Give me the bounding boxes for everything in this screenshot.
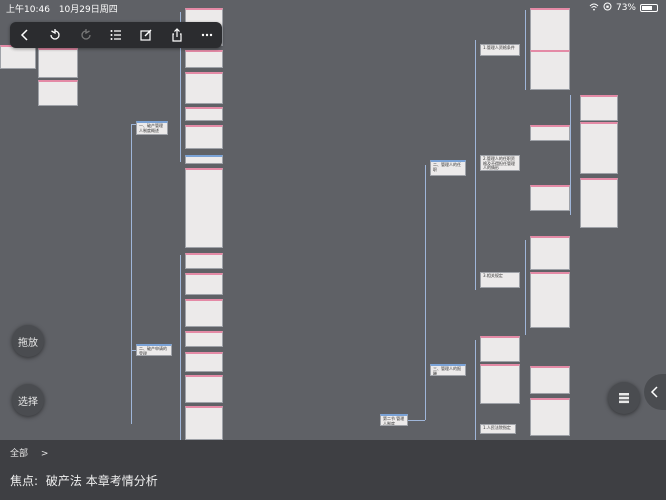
map-node[interactable] — [185, 375, 223, 403]
map-node[interactable] — [185, 273, 223, 295]
map-node[interactable] — [530, 272, 570, 328]
list-icon — [110, 30, 121, 40]
connector-line — [425, 165, 426, 420]
connector-line — [525, 10, 526, 90]
map-node[interactable] — [530, 366, 570, 394]
branch-label: 3.相关规定 — [483, 273, 503, 278]
layers-icon — [619, 393, 629, 404]
map-node[interactable] — [480, 336, 520, 362]
status-date: 10月29日周四 — [58, 5, 118, 15]
map-node[interactable] — [530, 185, 570, 211]
battery-icon — [640, 4, 658, 12]
root-label: 第二节 管理人制度 — [383, 416, 405, 426]
connector-line — [131, 124, 132, 424]
undo-icon — [50, 29, 61, 40]
branch-node-1[interactable]: 一、破产管理人制度概述 — [136, 121, 168, 135]
map-node[interactable] — [580, 95, 618, 121]
map-node[interactable] — [0, 45, 36, 69]
map-node[interactable] — [38, 48, 78, 78]
select-button[interactable]: 选择 — [12, 384, 44, 416]
layers-button[interactable] — [608, 382, 640, 414]
mind-map-canvas[interactable]: 一、破产管理人制度概述 二、破产申请的受理 第二节 管理人制度 二、管理人的任职… — [0, 0, 666, 450]
redo-icon — [81, 29, 91, 40]
branch-label: 二、破产申请的受理 — [139, 346, 167, 356]
status-time: 上午10:46 — [6, 5, 50, 15]
breadcrumb-separator: > — [40, 449, 49, 459]
battery-percent: 73% — [615, 3, 636, 13]
connector-line — [475, 40, 476, 290]
branch-node-7[interactable]: 2.管理人的任职资格及不得担任管理人的情形 — [480, 155, 520, 171]
connector-line — [525, 240, 526, 335]
map-node[interactable] — [185, 72, 223, 104]
branch-node-2[interactable]: 二、破产申请的受理 — [136, 344, 172, 356]
bottom-bar: 全部 > 焦点: 破产法 本章考情分析 — [0, 440, 666, 500]
map-node[interactable] — [185, 299, 223, 327]
connector-line — [570, 95, 571, 215]
undo-button[interactable] — [44, 24, 66, 46]
map-node[interactable] — [530, 125, 570, 141]
map-node[interactable] — [530, 50, 570, 90]
map-node[interactable] — [580, 122, 618, 174]
select-button-label: 选择 — [18, 396, 38, 408]
connector-line — [408, 420, 425, 421]
breadcrumb: 全部 > — [10, 446, 58, 459]
branch-node-9[interactable]: 3.相关规定 — [480, 272, 520, 288]
branch-label: 1.人民法院指定 — [483, 425, 511, 430]
map-node[interactable] — [530, 398, 570, 436]
branch-label: 一、破产管理人制度概述 — [139, 123, 163, 133]
chevron-left-icon — [21, 29, 28, 41]
map-node[interactable] — [185, 125, 223, 149]
branch-label: 2.管理人的任职资格及不得担任管理人的情形 — [483, 156, 515, 171]
branch-node-6[interactable]: 1.管理人资格条件 — [480, 44, 520, 56]
orientation-lock-icon — [603, 2, 612, 14]
edit-button[interactable] — [135, 24, 157, 46]
back-button[interactable] — [14, 24, 36, 46]
focus-label: 焦点: — [10, 474, 39, 488]
branch-label: 1.管理人资格条件 — [483, 45, 515, 50]
map-node[interactable] — [185, 406, 223, 440]
wifi-icon — [589, 3, 599, 14]
branch-label: 二、管理人的任职 — [433, 162, 461, 172]
map-node[interactable] — [530, 236, 570, 270]
drag-button-label: 拖放 — [18, 337, 38, 349]
edit-icon — [140, 29, 152, 41]
share-button[interactable] — [166, 24, 188, 46]
branch-node-8[interactable]: 1.人民法院指定 — [480, 424, 516, 434]
branch-node-3[interactable]: 二、管理人的任职 — [430, 160, 466, 176]
map-node[interactable] — [38, 80, 78, 106]
toolbar — [10, 22, 222, 48]
connector-line — [180, 255, 181, 450]
map-node[interactable] — [480, 364, 520, 404]
more-icon — [201, 33, 213, 37]
root-node[interactable]: 第二节 管理人制度 — [380, 414, 408, 426]
more-button[interactable] — [196, 24, 218, 46]
redo-button[interactable] — [75, 24, 97, 46]
outline-button[interactable] — [105, 24, 127, 46]
map-node[interactable] — [185, 50, 223, 68]
connector-line — [475, 340, 476, 440]
share-icon — [171, 28, 182, 42]
map-node[interactable] — [185, 352, 223, 372]
breadcrumb-all[interactable]: 全部 — [10, 449, 28, 459]
map-node[interactable] — [185, 155, 223, 164]
branch-node-4[interactable]: 三、管理人的报酬 — [430, 364, 466, 376]
focus-indicator[interactable]: 焦点: 破产法 本章考情分析 — [10, 472, 158, 489]
status-bar: 上午10:46 10月29日周四 73% — [0, 0, 666, 16]
drag-button[interactable]: 拖放 — [12, 325, 44, 357]
map-node[interactable] — [580, 178, 618, 228]
map-node[interactable] — [185, 253, 223, 269]
map-node[interactable] — [185, 168, 223, 248]
map-node[interactable] — [185, 107, 223, 121]
branch-label: 三、管理人的报酬 — [433, 366, 461, 376]
chevron-left-icon — [650, 386, 658, 398]
map-node[interactable] — [185, 331, 223, 347]
focus-value: 破产法 本章考情分析 — [45, 474, 158, 488]
